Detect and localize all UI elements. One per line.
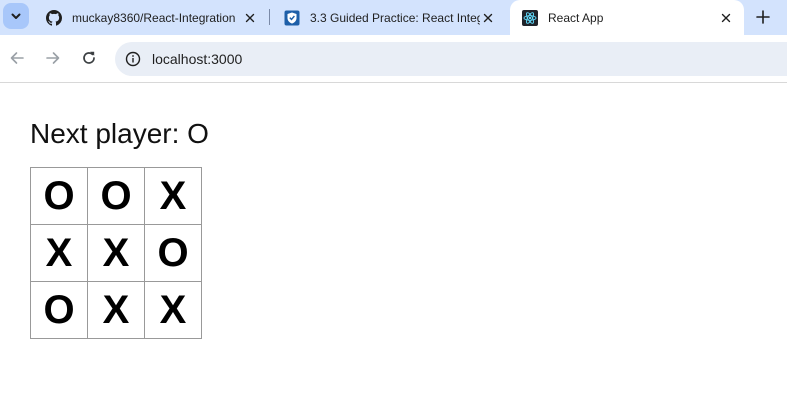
game-board: O O X X X O O X X — [30, 167, 205, 342]
url-text[interactable]: localhost:3000 — [152, 51, 242, 67]
tab-title: 3.3 Guided Practice: React Integ — [310, 10, 480, 25]
forward-button[interactable] — [41, 46, 65, 70]
square-5[interactable]: O — [144, 224, 202, 282]
plus-icon — [756, 10, 770, 24]
square-7[interactable]: X — [87, 281, 145, 339]
square-2[interactable]: X — [144, 167, 202, 225]
game-status: Next player: O — [30, 118, 209, 149]
board-row: O X X — [30, 281, 205, 339]
square-3[interactable]: X — [30, 224, 88, 282]
new-tab-button[interactable] — [751, 5, 775, 29]
address-bar[interactable]: localhost:3000 — [115, 42, 787, 76]
square-0[interactable]: O — [30, 167, 88, 225]
tab-title: React App — [548, 10, 604, 25]
arrow-left-icon — [10, 52, 24, 64]
tab-react-app[interactable]: React App — [510, 0, 744, 35]
square-8[interactable]: X — [144, 281, 202, 339]
browser-toolbar: localhost:3000 — [0, 35, 787, 83]
tab-close-icon[interactable] — [480, 10, 496, 26]
tab-title: muckay8360/React-Integration — [72, 10, 236, 25]
tab-separator — [269, 9, 270, 25]
reload-button[interactable] — [77, 46, 101, 70]
tab-close-icon[interactable] — [242, 10, 258, 26]
page-content: Next player: O O O X X X O O X X — [0, 83, 787, 401]
reload-icon — [83, 51, 95, 64]
tab-github[interactable]: muckay8360/React-Integration — [34, 0, 268, 35]
react-icon — [522, 9, 538, 26]
info-icon — [125, 51, 141, 67]
square-1[interactable]: O — [87, 167, 145, 225]
course-shield-icon — [284, 10, 300, 26]
tab-guided-practice[interactable]: 3.3 Guided Practice: React Integ — [272, 0, 506, 35]
back-button[interactable] — [5, 46, 29, 70]
tab-strip: muckay8360/React-Integration 3.3 Guided … — [0, 0, 787, 35]
square-4[interactable]: X — [87, 224, 145, 282]
board-row: X X O — [30, 224, 205, 282]
site-info-button[interactable] — [121, 47, 145, 71]
chevron-down-icon — [11, 13, 21, 19]
tab-search-button[interactable] — [3, 3, 29, 29]
tab-close-icon[interactable] — [718, 10, 734, 26]
arrow-right-icon — [46, 52, 60, 64]
board-row: O O X — [30, 167, 205, 225]
square-6[interactable]: O — [30, 281, 88, 339]
github-icon — [46, 9, 62, 26]
